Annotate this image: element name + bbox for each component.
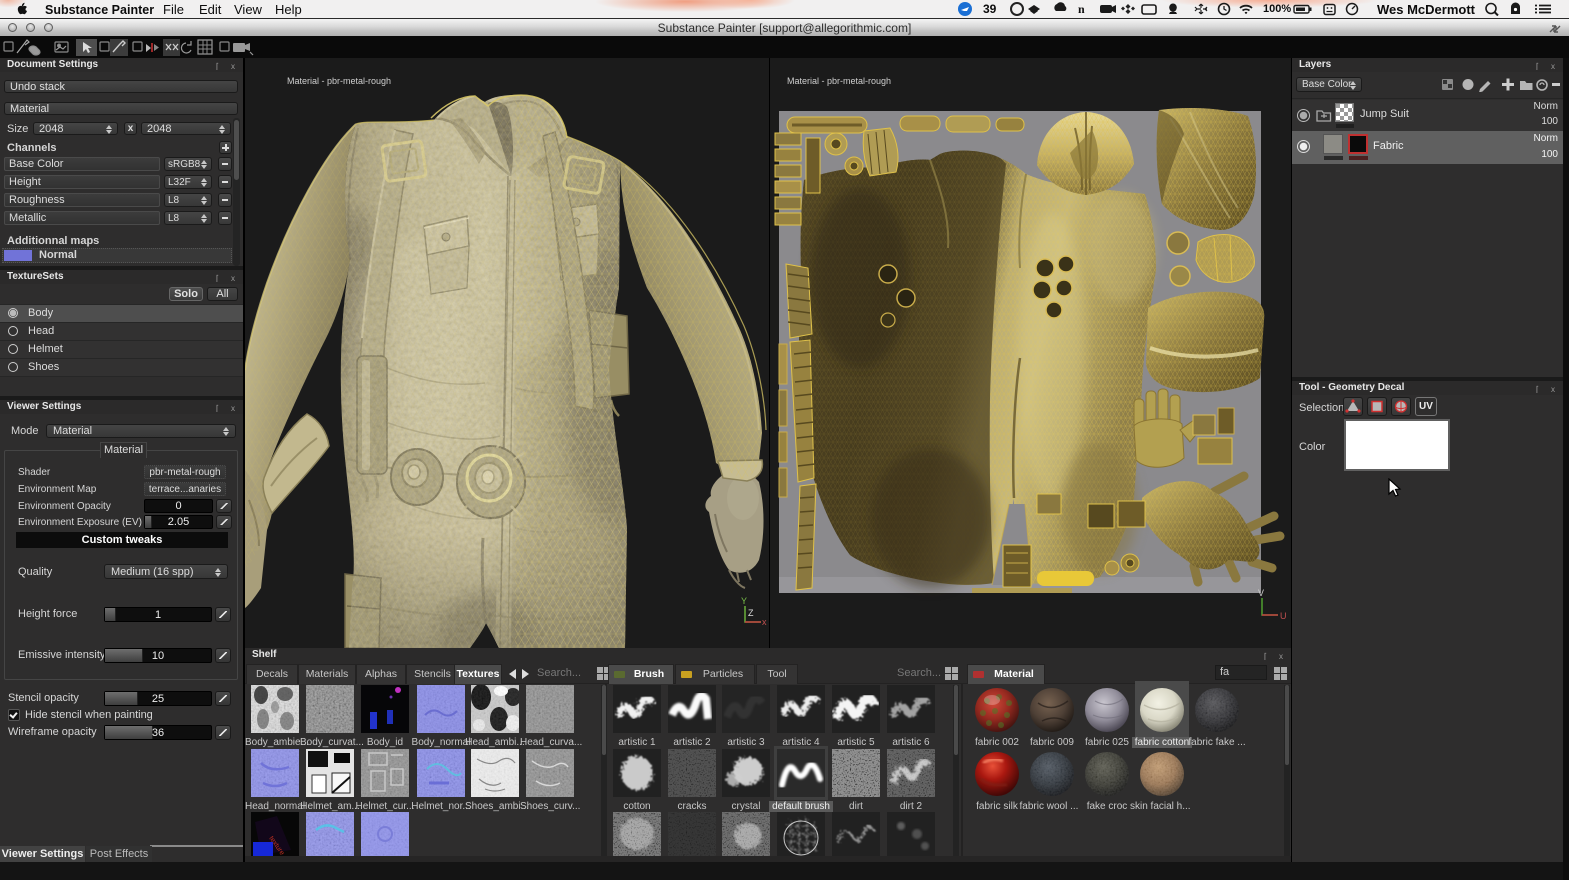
svg-text:Z: Z [748,608,754,618]
svg-text:U: U [1280,611,1287,621]
svg-text:Y: Y [741,596,747,606]
svg-text:V: V [1258,588,1264,598]
svg-text:n: n [1078,2,1085,16]
svg-text:x: x [762,617,767,627]
